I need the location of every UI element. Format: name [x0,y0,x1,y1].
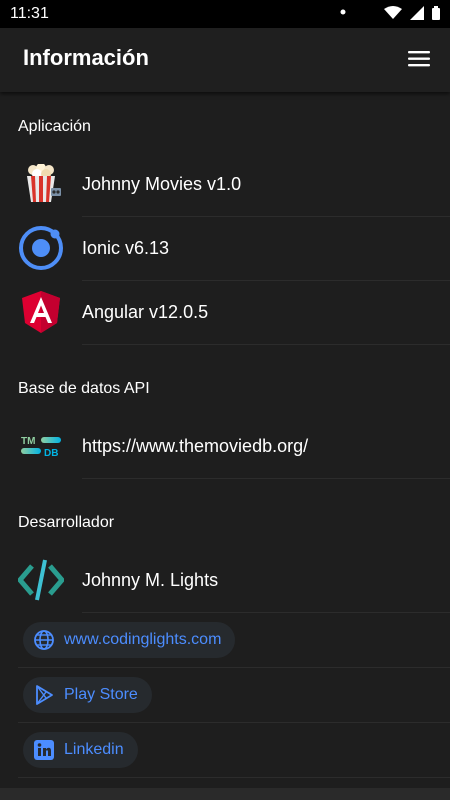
divider [18,722,450,723]
section-header-api: Base de datos API [18,380,150,397]
bottom-bar [0,788,450,800]
divider [18,777,450,778]
page-title: Información [23,45,149,70]
popcorn-icon [18,161,64,207]
chip-label: Linkedin [64,741,124,758]
cellular-signal-icon [410,6,424,20]
status-bar: 11:31 [0,0,450,28]
svg-text:TM: TM [21,436,35,447]
status-time: 11:31 [10,5,49,22]
play-store-icon [33,684,55,706]
toolbar: Información [0,28,450,92]
linkedin-icon [33,739,55,761]
globe-icon [33,629,55,651]
notification-dot-icon [340,9,346,15]
list-item-label: Angular v12.0.5 [82,301,209,322]
developer-name: Johnny M. Lights [82,569,219,590]
battery-icon [432,6,440,20]
list-item-angular: Angular v12.0.5 [18,280,450,344]
list-item-tmdb: TM DB https://www.themoviedb.org/ [18,414,450,478]
angular-icon [18,289,64,335]
svg-text:DB: DB [44,448,58,458]
system-icons [340,6,440,20]
list-item-app: Johnny Movies v1.0 [18,152,450,216]
wifi-icon [384,6,402,19]
play-store-chip[interactable]: Play Store [23,677,152,713]
divider [82,344,450,345]
tmdb-icon: TM DB [18,423,64,469]
list-item-label: Johnny Movies v1.0 [82,173,242,194]
list-item-developer: Johnny M. Lights [18,548,450,612]
divider [82,478,450,479]
list-item-label: Ionic v6.13 [82,237,170,258]
hamburger-menu-icon [408,51,430,67]
chip-label: Play Store [64,686,138,703]
chip-label: www.codinglights.com [64,631,222,648]
ionic-icon [18,225,64,271]
divider [82,612,450,613]
website-chip[interactable]: www.codinglights.com [23,622,236,658]
list-item-ionic: Ionic v6.13 [18,216,450,280]
section-header-aplicacion: Aplicación [18,118,91,135]
linkedin-chip[interactable]: Linkedin [23,732,138,768]
code-icon [18,557,64,603]
api-url-link[interactable]: https://www.themoviedb.org/ [82,436,308,457]
section-header-desarrollador: Desarrollador [18,514,115,531]
divider [18,667,450,668]
menu-button[interactable] [408,49,430,69]
